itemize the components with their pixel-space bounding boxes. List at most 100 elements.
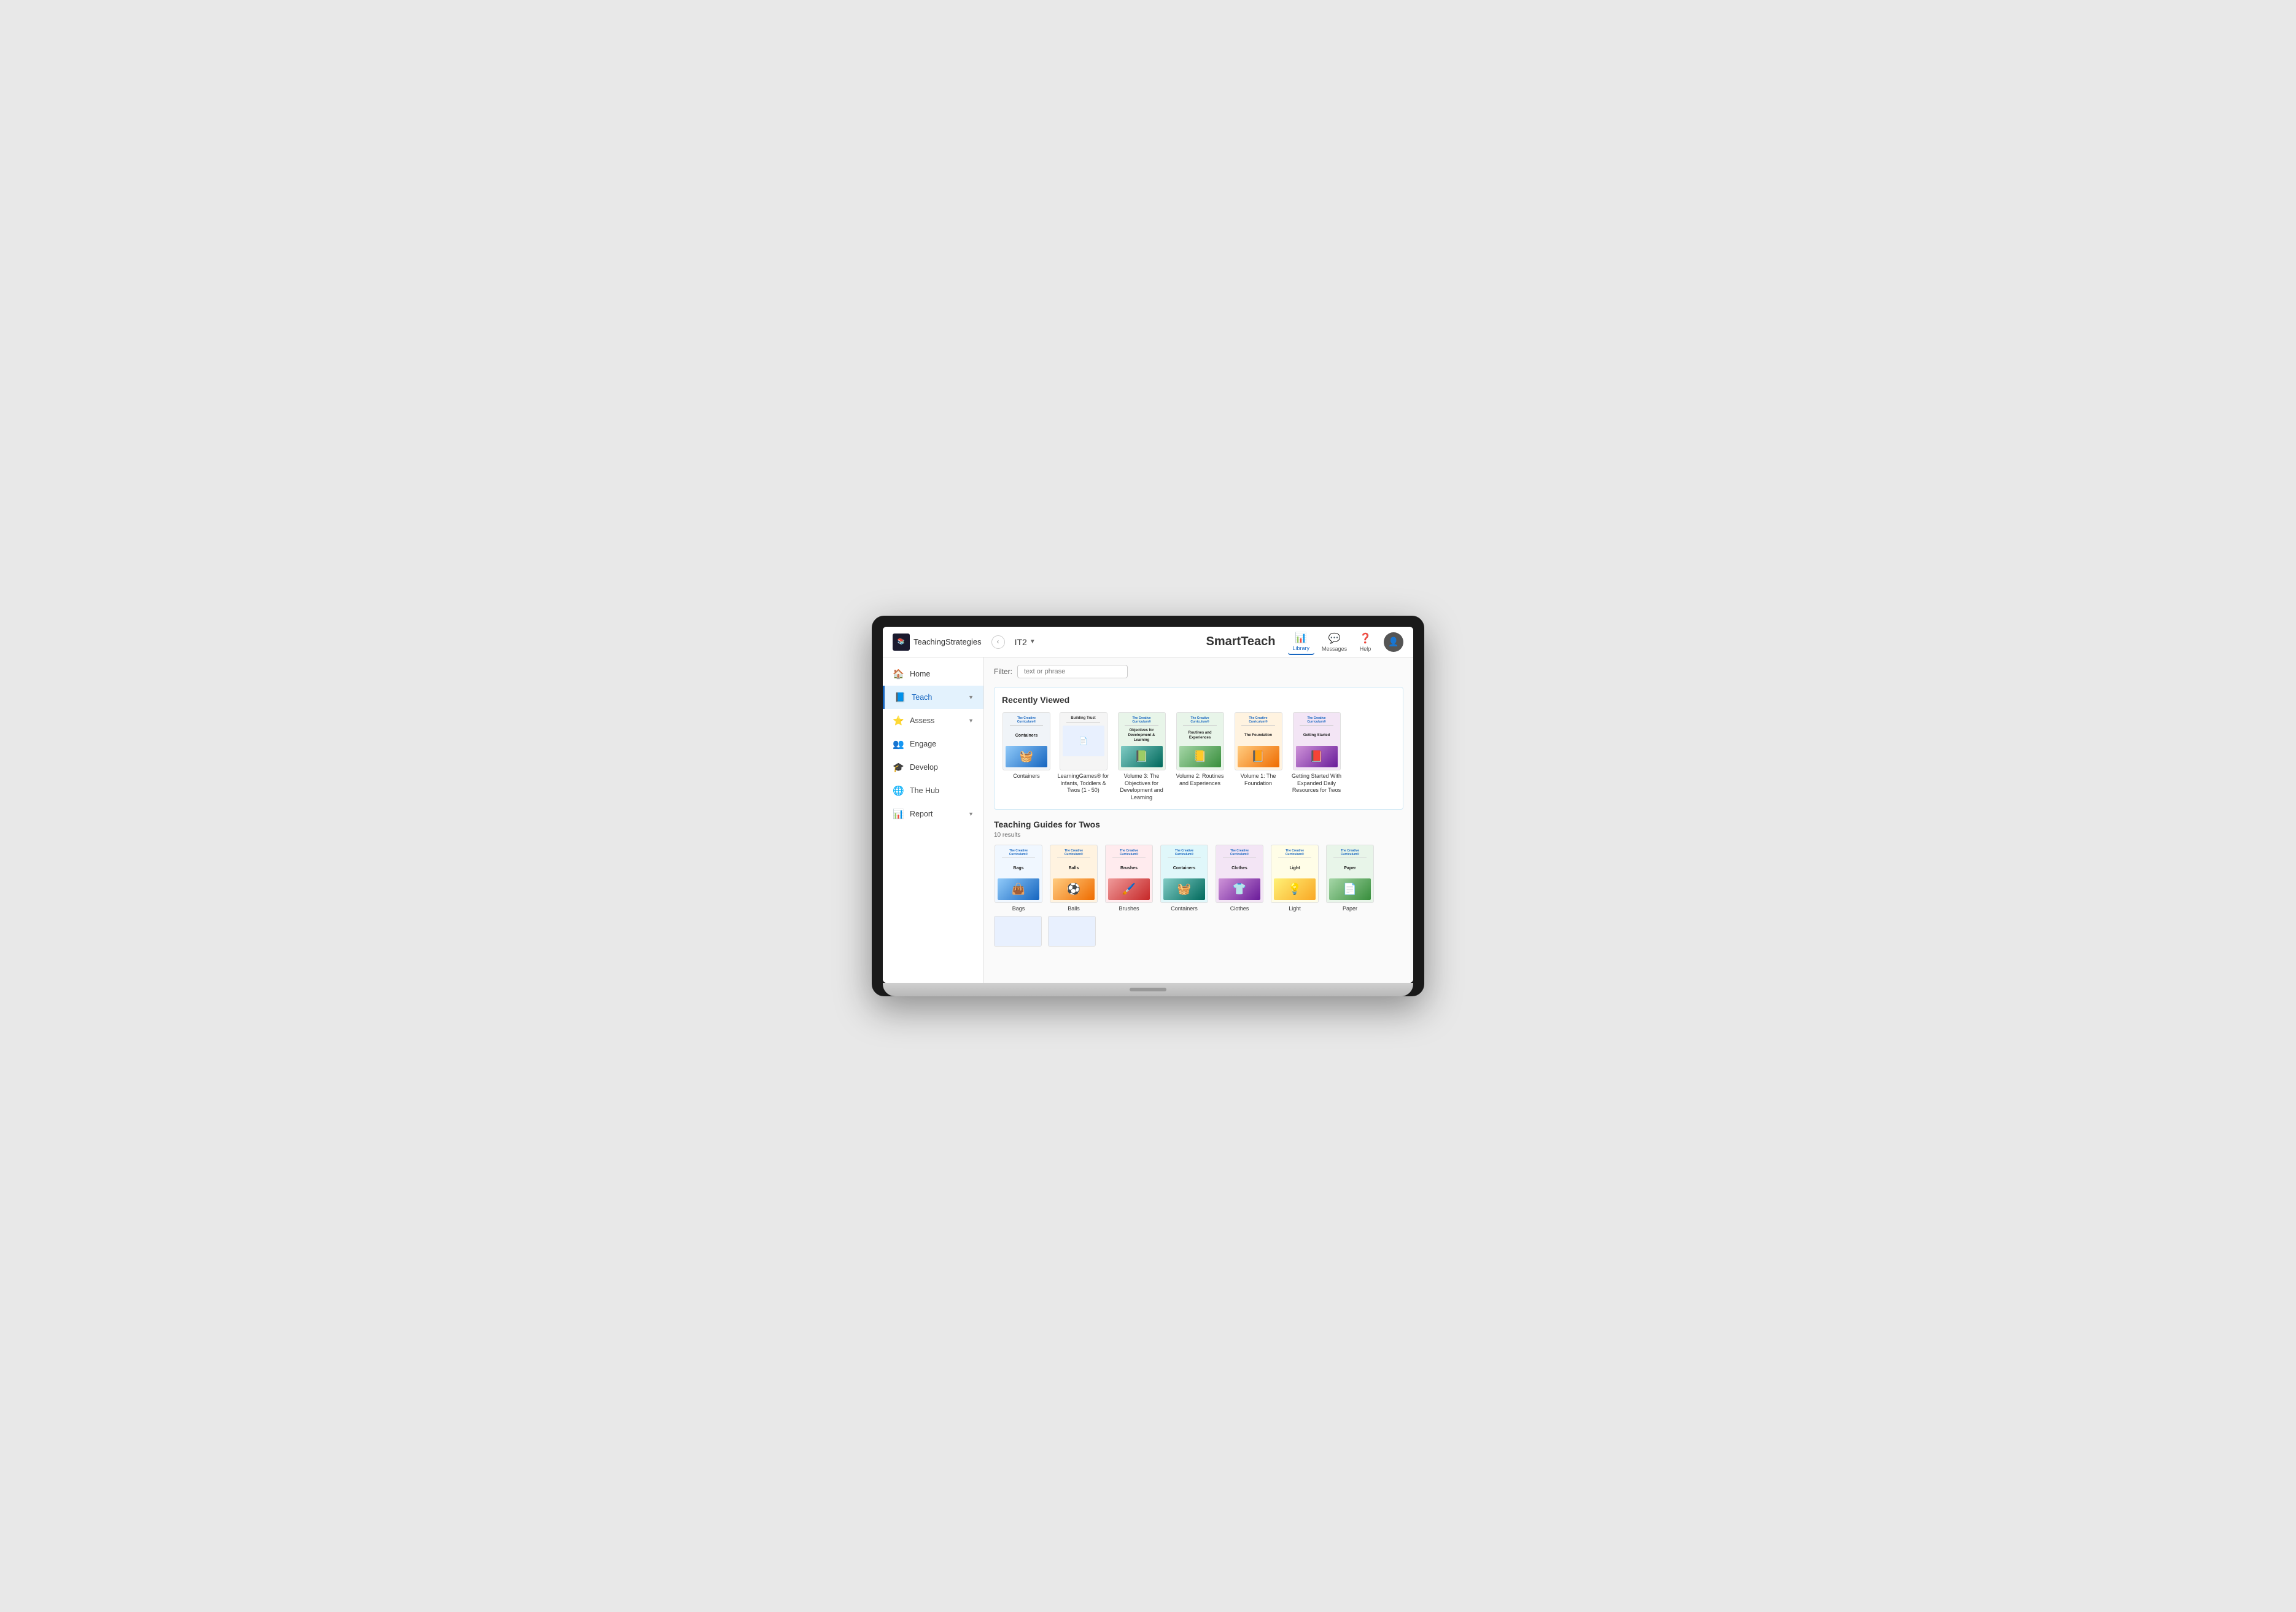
smartteach-logo: SmartTeach <box>1206 635 1276 649</box>
sidebar-item-assess[interactable]: ⭐ Assess ▼ <box>883 709 983 732</box>
top-navigation: 📚 TeachingStrategies ‹ IT2 ▼ SmartTeach … <box>883 627 1413 657</box>
book-cover-containers2: The CreativeCurriculum® Containers 🧺 <box>1160 845 1208 903</box>
smart-text: Smart <box>1206 635 1241 648</box>
laptop-base <box>883 983 1413 996</box>
book-cover-volume3: The CreativeCurriculum® Objectives for D… <box>1118 712 1166 770</box>
book-label-containers-rv: Containers <box>1013 773 1040 780</box>
sidebar-item-teach[interactable]: 📘 Teach ▼ <box>883 686 983 709</box>
library-nav-button[interactable]: 📊 Library <box>1288 629 1315 655</box>
logo-text: TeachingStrategies <box>913 637 982 646</box>
sidebar-teach-label: Teach <box>912 693 962 702</box>
messages-icon: 💬 <box>1328 632 1341 645</box>
sidebar: 🏠 Home 📘 Teach ▼ ⭐ Assess ▼ 👥 <box>883 657 984 983</box>
teaching-guides-title: Teaching Guides for Twos <box>994 820 1403 829</box>
report-icon: 📊 <box>893 808 904 820</box>
book-cover-paper: The CreativeCurriculum® Paper 📄 <box>1326 845 1374 903</box>
logo-area: 📚 TeachingStrategies <box>893 634 982 651</box>
library-label: Library <box>1293 645 1310 651</box>
sidebar-item-engage[interactable]: 👥 Engage <box>883 732 983 756</box>
book-label-light: Light <box>1289 905 1301 913</box>
book-cover-volume2: The CreativeCurriculum® Routines and Exp… <box>1176 712 1224 770</box>
book-item-clothes[interactable]: The CreativeCurriculum® Clothes 👕 Clothe… <box>1215 845 1264 913</box>
app-container: 📚 TeachingStrategies ‹ IT2 ▼ SmartTeach … <box>883 627 1413 983</box>
laptop-screen: 📚 TeachingStrategies ‹ IT2 ▼ SmartTeach … <box>883 627 1413 983</box>
logo-brand2: Strategies <box>945 637 982 646</box>
book-label-balls: Balls <box>1068 905 1080 913</box>
messages-nav-button[interactable]: 💬 Messages <box>1317 630 1352 654</box>
sidebar-hub-label: The Hub <box>910 786 974 795</box>
book-cover-bags: The CreativeCurriculum® Bags 👜 <box>995 845 1042 903</box>
book-label-volume1: Volume 1: The Foundation <box>1232 773 1284 787</box>
sidebar-assess-label: Assess <box>910 716 962 725</box>
workspace-caret-icon: ▼ <box>1030 638 1036 645</box>
topnav-actions: 📊 Library 💬 Messages ❓ Help 👤 <box>1288 629 1403 655</box>
sidebar-home-label: Home <box>910 670 974 678</box>
book-label-bags: Bags <box>1012 905 1025 913</box>
cover-art-volume2: 📒 <box>1179 746 1221 767</box>
help-nav-button[interactable]: ❓ Help <box>1354 630 1376 654</box>
book-cover-containers-rv: The CreativeCurriculum® Containers 🧺 <box>1003 712 1050 770</box>
cover-art-balls: ⚽ <box>1053 878 1095 900</box>
book-label-learninggames: LearningGames® for Infants, Toddlers & T… <box>1057 773 1109 794</box>
main-area: 🏠 Home 📘 Teach ▼ ⭐ Assess ▼ 👥 <box>883 657 1413 983</box>
book-cover-brushes: The CreativeCurriculum® Brushes 🖌️ <box>1105 845 1153 903</box>
cover-art-brushes: 🖌️ <box>1108 878 1150 900</box>
partial-book-2 <box>1048 916 1096 947</box>
cover-art-getting-started: 📕 <box>1296 746 1338 767</box>
home-icon: 🏠 <box>893 668 904 680</box>
book-item-volume1[interactable]: The CreativeCurriculum® The Foundation 📙… <box>1232 712 1284 802</box>
cover-art-containers-rv: 🧺 <box>1006 746 1047 767</box>
partial-book-1 <box>994 916 1042 947</box>
book-item-volume2[interactable]: The CreativeCurriculum® Routines and Exp… <box>1174 712 1226 802</box>
partial-book-row <box>994 916 1403 947</box>
filter-bar: Filter: <box>994 665 1403 678</box>
workspace-selector[interactable]: IT2 ▼ <box>1015 637 1036 647</box>
book-item-containers-rv[interactable]: The CreativeCurriculum® Containers 🧺 Con… <box>1002 712 1051 802</box>
teach-caret-icon: ▼ <box>968 694 974 700</box>
recently-viewed-grid: The CreativeCurriculum® Containers 🧺 Con… <box>1002 712 1395 802</box>
book-item-volume3[interactable]: The CreativeCurriculum® Objectives for D… <box>1115 712 1168 802</box>
book-cover-balls: The CreativeCurriculum® Balls ⚽ <box>1050 845 1098 903</box>
book-item-getting-started[interactable]: The CreativeCurriculum® Getting Started … <box>1290 712 1343 802</box>
sidebar-develop-label: Develop <box>910 763 974 772</box>
user-avatar[interactable]: 👤 <box>1384 632 1403 652</box>
recently-viewed-title: Recently Viewed <box>1002 695 1395 705</box>
book-item-brushes[interactable]: The CreativeCurriculum® Brushes 🖌️ Brush… <box>1104 845 1154 913</box>
cover-art-bags: 👜 <box>998 878 1039 900</box>
cover-art-paper: 📄 <box>1329 878 1371 900</box>
book-item-containers2[interactable]: The CreativeCurriculum® Containers 🧺 Con… <box>1160 845 1209 913</box>
filter-label: Filter: <box>994 667 1012 676</box>
book-cover-learninggames: Building Trust 📄 <box>1060 712 1107 770</box>
help-icon: ❓ <box>1359 632 1371 645</box>
book-cover-clothes: The CreativeCurriculum® Clothes 👕 <box>1216 845 1263 903</box>
sidebar-item-report[interactable]: 📊 Report ▼ <box>883 802 983 826</box>
workspace-label: IT2 <box>1015 637 1027 647</box>
help-label: Help <box>1360 646 1371 652</box>
cover-art-clothes: 👕 <box>1219 878 1260 900</box>
sidebar-item-develop[interactable]: 🎓 Develop <box>883 756 983 779</box>
develop-icon: 🎓 <box>893 762 904 773</box>
cover-art-learninggames: 📄 <box>1063 726 1104 756</box>
teaching-guides-grid: The CreativeCurriculum® Bags 👜 Bags The … <box>994 845 1403 913</box>
cover-art-volume1: 📙 <box>1238 746 1279 767</box>
book-label-clothes: Clothes <box>1230 905 1249 913</box>
collapse-button[interactable]: ‹ <box>991 635 1005 649</box>
book-item-balls[interactable]: The CreativeCurriculum® Balls ⚽ Balls <box>1049 845 1098 913</box>
logo-icon: 📚 <box>893 634 910 651</box>
sidebar-item-hub[interactable]: 🌐 The Hub <box>883 779 983 802</box>
filter-input[interactable] <box>1017 665 1128 678</box>
teach-text: Teach <box>1241 635 1275 648</box>
book-item-light[interactable]: The CreativeCurriculum® Light 💡 Light <box>1270 845 1319 913</box>
book-label-brushes: Brushes <box>1119 905 1139 913</box>
cover-art-containers2: 🧺 <box>1163 878 1205 900</box>
laptop-frame: 📚 TeachingStrategies ‹ IT2 ▼ SmartTeach … <box>872 616 1424 996</box>
book-item-bags[interactable]: The CreativeCurriculum® Bags 👜 Bags <box>994 845 1043 913</box>
book-item-paper[interactable]: The CreativeCurriculum® Paper 📄 Paper <box>1325 845 1375 913</box>
book-label-containers2: Containers <box>1171 905 1198 913</box>
sidebar-item-home[interactable]: 🏠 Home <box>883 662 983 686</box>
cover-art-light: 💡 <box>1274 878 1316 900</box>
recently-viewed-section: Recently Viewed The CreativeCurriculum® … <box>994 687 1403 810</box>
book-item-learninggames[interactable]: Building Trust 📄 LearningGames® for Infa… <box>1057 712 1109 802</box>
cover-art-volume3: 📗 <box>1121 746 1163 767</box>
teaching-guides-count: 10 results <box>994 832 1403 839</box>
